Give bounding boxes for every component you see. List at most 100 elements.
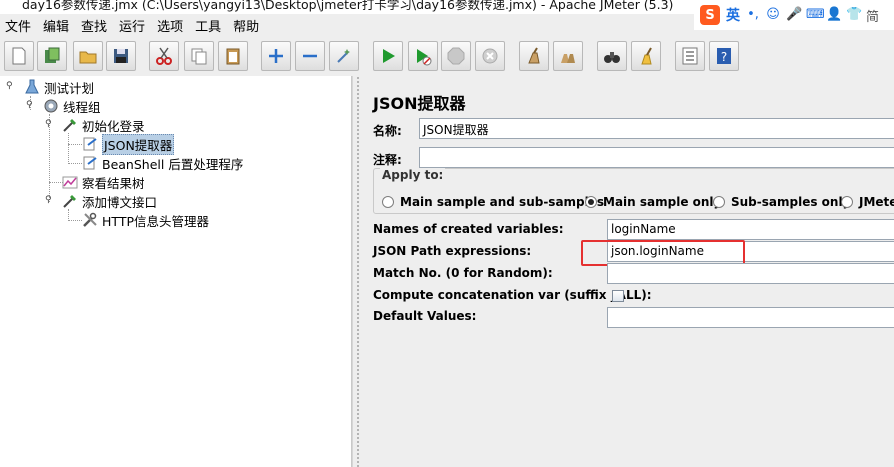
panel-splitter[interactable] [352, 76, 362, 467]
menu-tools[interactable]: 工具 [195, 16, 221, 35]
match-no-label: Match No. (0 for Random): [373, 266, 553, 280]
broom-reset-icon [641, 47, 652, 65]
tree-node-json-extractor[interactable]: JSON提取器 [82, 133, 175, 155]
folder-open-icon [79, 51, 97, 64]
concatenation-checkbox[interactable] [612, 290, 624, 302]
tree-node-add-blog[interactable]: 添加博文接口 [62, 192, 157, 210]
templates-icon [45, 47, 60, 63]
ime-punctuation-icon[interactable]: •, [746, 8, 760, 22]
shutdown-icon [482, 48, 498, 64]
menu-edit[interactable]: 编辑 [43, 16, 69, 35]
microphone-icon[interactable]: 🎤 [786, 8, 802, 22]
expand-button[interactable] [261, 41, 291, 71]
broom-clear-all-icon [561, 54, 575, 63]
tree-connector [49, 182, 63, 183]
new-button[interactable] [4, 41, 34, 71]
radio-circle [382, 196, 394, 208]
radio-label: Main sample and sub-samples [400, 195, 605, 209]
tree-node-label: JSON提取器 [102, 133, 175, 155]
menu-search[interactable]: 查找 [81, 16, 107, 35]
radio-main-and-sub[interactable]: Main sample and sub-samples [382, 195, 604, 209]
shirt-icon[interactable]: 👕 [846, 8, 862, 22]
radio-circle [713, 196, 725, 208]
copy-button[interactable] [184, 41, 214, 71]
tree-node-http-header-manager[interactable]: HTTP信息头管理器 [82, 211, 209, 229]
tree-node-test-plan[interactable]: 测试计划 [24, 78, 94, 96]
menu-help[interactable]: 帮助 [233, 16, 259, 35]
concatenation-label: Compute concatenation var (suffix _ALL): [373, 288, 652, 302]
radio-label: Sub-samples only [731, 195, 851, 209]
save-button[interactable] [106, 41, 136, 71]
radio-label: Main sample only [603, 195, 722, 209]
clear-all-button[interactable] [553, 41, 583, 71]
broom-clear-icon [528, 47, 540, 64]
radio-label: JMete [859, 195, 894, 209]
ime-toolbar: S 英 •, ☺ 🎤 ⌨ 👤 👕 简 [694, 0, 894, 30]
splitter-grip [356, 76, 360, 467]
name-label: 名称: [373, 124, 402, 138]
stop-button[interactable] [441, 41, 471, 71]
extractor-icon [82, 136, 98, 152]
function-helper-button[interactable] [675, 41, 705, 71]
json-path-label: JSON Path expressions: [373, 244, 532, 258]
menu-file[interactable]: 文件 [5, 16, 31, 35]
comment-label: 注释: [373, 153, 402, 167]
variable-names-field[interactable]: loginName [607, 219, 894, 240]
play-icon [383, 49, 395, 63]
apply-to-legend: Apply to: [380, 168, 446, 182]
emoji-icon[interactable]: ☺ [766, 8, 780, 22]
ime-language-toggle[interactable]: 英 [726, 5, 740, 25]
tree-node-thread-group[interactable]: 线程组 [43, 97, 101, 115]
tree-connector [68, 144, 82, 145]
shutdown-button[interactable] [475, 41, 505, 71]
name-field[interactable]: JSON提取器 [419, 118, 894, 139]
play-no-timers-icon [417, 49, 432, 66]
user-icon[interactable]: 👤 [826, 8, 842, 22]
tree-toggle[interactable]: ⚲ [45, 120, 53, 129]
default-values-field[interactable] [607, 307, 894, 328]
toggle-button[interactable] [329, 41, 359, 71]
open-button[interactable] [73, 41, 103, 71]
menu-options[interactable]: 选项 [157, 16, 183, 35]
radio-sub-only[interactable]: Sub-samples only [713, 195, 850, 209]
start-no-timers-button[interactable] [408, 41, 438, 71]
tree-connector [68, 163, 82, 164]
tree-toggle[interactable]: ⚲ [45, 196, 53, 205]
dropper-icon [62, 117, 78, 133]
tree-connector [68, 220, 82, 221]
radio-jmeter-variable[interactable]: JMete [841, 195, 894, 209]
flask-icon [24, 79, 40, 95]
ime-extra[interactable]: 简 [866, 6, 879, 25]
radio-main-only[interactable]: Main sample only [585, 195, 721, 209]
search-button[interactable] [597, 41, 627, 71]
toggle-wand-icon [337, 49, 350, 63]
match-no-field[interactable] [607, 263, 894, 284]
save-disk-icon [114, 49, 128, 63]
paste-button[interactable] [218, 41, 248, 71]
menu-run[interactable]: 运行 [119, 16, 145, 35]
sogou-logo-icon[interactable]: S [700, 5, 720, 25]
cut-button[interactable] [149, 41, 179, 71]
tree-node-beanshell[interactable]: BeanShell 后置处理程序 [82, 154, 243, 172]
tree-node-label: 测试计划 [44, 80, 95, 96]
tree-node-label: 线程组 [63, 99, 101, 115]
default-values-label: Default Values: [373, 309, 477, 323]
reset-search-button[interactable] [631, 41, 661, 71]
list-icon [682, 47, 698, 65]
tree-node-label: 添加博文接口 [82, 194, 158, 210]
templates-button[interactable] [37, 41, 67, 71]
collapse-button[interactable] [295, 41, 325, 71]
tree-node-init-login[interactable]: 初始化登录 [62, 116, 145, 134]
help-book-icon: ? [717, 48, 731, 64]
help-button[interactable]: ? [709, 41, 739, 71]
copy-icon [191, 48, 207, 65]
keyboard-icon[interactable]: ⌨ [806, 8, 825, 22]
comment-field[interactable] [419, 147, 894, 168]
tree-toggle[interactable]: ⚲ [6, 82, 14, 91]
clear-button[interactable] [519, 41, 549, 71]
chart-icon [62, 174, 78, 190]
apply-to-group: Apply to: Main sample and sub-samples Ma… [373, 168, 894, 214]
tree-node-view-results[interactable]: 察看结果树 [62, 173, 145, 191]
start-button[interactable] [373, 41, 403, 71]
tree-toggle[interactable]: ⚲ [26, 101, 34, 110]
